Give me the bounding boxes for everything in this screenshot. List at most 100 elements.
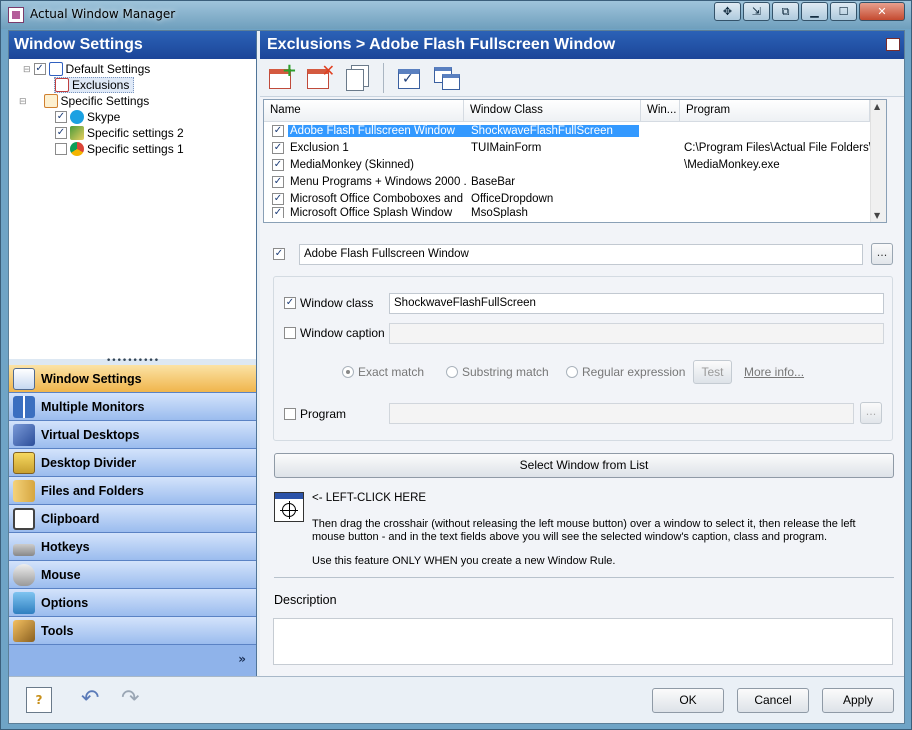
list-row[interactable]: ✓ Microsoft Office Splash Window MsoSpla… [264, 207, 886, 218]
nav-window-settings[interactable]: Window Settings [9, 365, 256, 393]
row-checkbox[interactable]: ✓ [272, 159, 284, 171]
check-all-icon[interactable]: ✓ [394, 63, 424, 93]
undo-icon[interactable]: ↶ [81, 687, 99, 711]
tree-item-skype[interactable]: ✓ Skype [55, 109, 120, 125]
list-row[interactable]: ✓ MediaMonkey (Skinned) \MediaMonkey.exe [264, 156, 886, 173]
checkbox[interactable]: ✓ [33, 63, 46, 75]
nav-label: Desktop Divider [41, 455, 137, 470]
nav-hotkeys[interactable]: Hotkeys [9, 533, 256, 561]
rule-name-row: ✓ Adobe Flash Fullscreen Window ... [273, 243, 893, 265]
nav-options[interactable]: Options [9, 589, 256, 617]
window-class-label: Window class [300, 296, 374, 310]
row-program: \MediaMonkey.exe [684, 158, 780, 171]
tree-item-specific-settings-2[interactable]: ✓ Specific settings 2 [55, 125, 184, 141]
crosshair-finder-icon[interactable] [274, 492, 304, 522]
test-button[interactable]: Test [693, 360, 732, 384]
column-header-program[interactable]: Program [680, 100, 870, 121]
more-info-link[interactable]: More info... [744, 365, 804, 379]
column-header-window-class[interactable]: Window Class [464, 100, 641, 121]
minimize-button[interactable]: ▁ [801, 2, 828, 21]
list-row[interactable]: ✓ Adobe Flash Fullscreen Window Shockwav… [264, 122, 886, 139]
column-header-name[interactable]: Name [264, 100, 464, 121]
windows-icon[interactable] [432, 63, 462, 93]
nav-virtual-desktops[interactable]: Virtual Desktops [9, 421, 256, 449]
window-caption-checkbox[interactable] [284, 327, 296, 339]
window-class-input[interactable]: ShockwaveFlashFullScreen [389, 293, 884, 314]
program-checkbox[interactable] [284, 408, 296, 420]
description-textarea[interactable] [273, 618, 893, 665]
row-checkbox[interactable]: ✓ [272, 193, 284, 205]
checkbox[interactable]: ✓ [55, 127, 67, 139]
title-bar[interactable]: Actual Window Manager ✥ ⇲ ⧉ ▁ ☐ ✕ [1, 1, 911, 29]
panel-window-icon[interactable] [886, 38, 900, 51]
exact-match-label: Exact match [358, 365, 425, 379]
desktop-divider-icon [13, 451, 35, 474]
delete-rule-icon[interactable]: ✕ [305, 62, 335, 93]
radio-icon [342, 366, 354, 378]
window-caption-input[interactable] [389, 323, 884, 344]
nav-mouse[interactable]: Mouse [9, 561, 256, 589]
list-row[interactable]: ✓ Exclusion 1 TUIMainForm C:\Program Fil… [264, 139, 886, 156]
rule-name-input[interactable]: Adobe Flash Fullscreen Window [298, 243, 864, 265]
minimize-to-tray-icon[interactable]: ⇲ [743, 2, 770, 21]
tree-item-specific-settings[interactable]: ⊟ Specific Settings [19, 93, 149, 109]
roll-up-icon[interactable]: ⧉ [772, 2, 799, 21]
checkbox[interactable]: ✓ [55, 111, 67, 123]
row-checkbox[interactable]: ✓ [272, 142, 284, 154]
window-caption-label: Window caption [300, 326, 385, 340]
help-icon[interactable]: ? [26, 687, 52, 713]
nav-label: Window Settings [41, 371, 142, 386]
nav-desktop-divider[interactable]: Desktop Divider [9, 449, 256, 477]
nav-tools[interactable]: Tools [9, 617, 256, 645]
redo-icon[interactable]: ↷ [121, 687, 139, 711]
match-criteria-group: ✓ Window class ShockwaveFlashFullScreen … [273, 276, 893, 441]
column-header-window[interactable]: Win... [641, 100, 680, 121]
rules-list[interactable]: Name Window Class Win... Program ✓ Adobe… [263, 99, 887, 223]
program-input[interactable] [389, 403, 854, 424]
tree-item-default-settings[interactable]: ⊟ ✓ Default Settings [23, 61, 150, 77]
row-checkbox[interactable]: ✓ [272, 125, 284, 137]
row-checkbox[interactable]: ✓ [272, 176, 284, 188]
program-label: Program [300, 407, 347, 421]
tree-item-exclusions[interactable]: Exclusions [54, 77, 135, 93]
apply-button[interactable]: Apply [822, 688, 894, 713]
stay-on-top-icon[interactable]: ✥ [714, 2, 741, 21]
list-row[interactable]: ✓ Microsoft Office Comboboxes and ... Of… [264, 190, 886, 207]
scroll-down-icon[interactable]: ▼ [874, 211, 880, 220]
files-folders-icon [13, 479, 35, 502]
ok-button[interactable]: OK [652, 688, 724, 713]
nav-label: Virtual Desktops [41, 427, 140, 442]
exclusion-icon [55, 78, 69, 92]
bottom-bar: ? ↶ ↷ OK Cancel Apply [9, 676, 904, 723]
nav-label: Multiple Monitors [41, 399, 145, 414]
rule-name-browse-button[interactable]: ... [871, 243, 893, 265]
nav-more-chevron-icon[interactable]: » [9, 645, 256, 676]
options-icon [13, 591, 35, 614]
program-browse-button[interactable]: ... [860, 402, 882, 424]
maximize-button[interactable]: ☐ [830, 2, 857, 21]
row-checkbox[interactable]: ✓ [272, 207, 284, 218]
close-button[interactable]: ✕ [859, 2, 905, 21]
regex-radio[interactable]: Regular expression [566, 365, 685, 379]
tools-icon [13, 619, 35, 642]
substring-match-radio[interactable]: Substring match [446, 365, 549, 379]
app-icon [70, 126, 84, 140]
nav-multiple-monitors[interactable]: Multiple Monitors [9, 393, 256, 421]
copy-rule-icon[interactable] [343, 63, 373, 93]
tree-item-specific-settings-1[interactable]: Specific settings 1 [55, 141, 184, 157]
list-row[interactable]: ✓ Menu Programs + Windows 2000 ... BaseB… [264, 173, 886, 190]
checkbox[interactable] [55, 143, 67, 155]
substring-match-label: Substring match [462, 365, 549, 379]
rule-enabled-checkbox[interactable]: ✓ [273, 248, 285, 260]
nav-clipboard[interactable]: Clipboard [9, 505, 256, 533]
exact-match-radio[interactable]: Exact match [342, 365, 424, 379]
scroll-up-icon[interactable]: ▲ [874, 102, 880, 111]
monitors-icon [13, 395, 35, 418]
list-scrollbar[interactable]: ▲ ▼ [870, 100, 886, 222]
window-class-checkbox[interactable]: ✓ [284, 297, 296, 309]
settings-tree[interactable]: ⊟ ✓ Default Settings Exclusions ⊟ Specif… [9, 59, 256, 359]
cancel-button[interactable]: Cancel [737, 688, 809, 713]
nav-files-and-folders[interactable]: Files and Folders [9, 477, 256, 505]
add-rule-icon[interactable]: + [267, 61, 297, 93]
select-window-button[interactable]: Select Window from List [274, 453, 894, 478]
